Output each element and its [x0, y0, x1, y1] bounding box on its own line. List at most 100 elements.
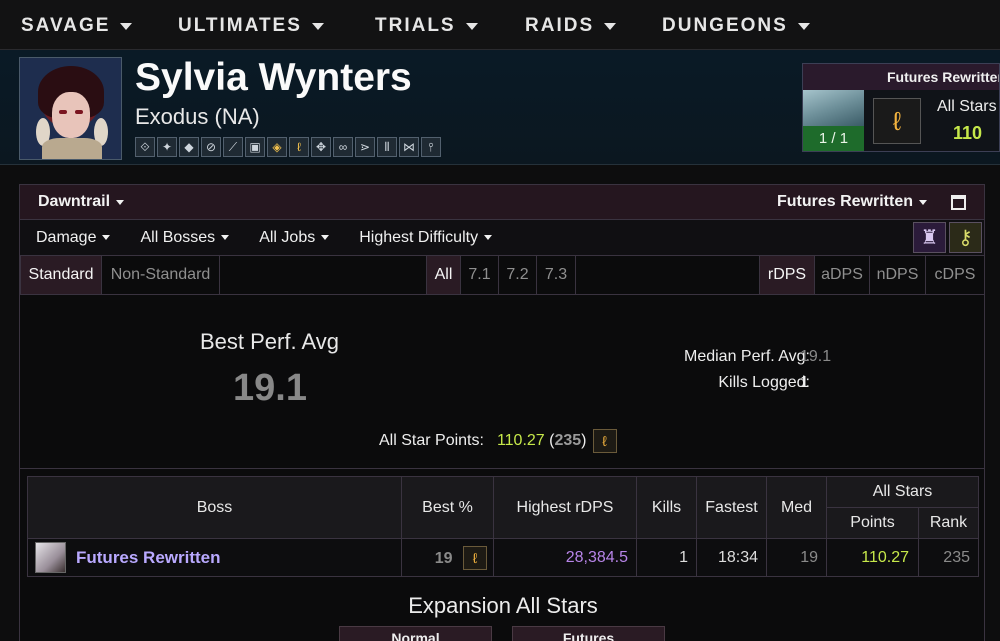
job-icon[interactable]: ⫯	[421, 137, 441, 157]
filter-bar: Damage All Bosses All Jobs Highest Diffi…	[20, 220, 984, 256]
job-icon[interactable]: ✦	[157, 137, 177, 157]
tab-normal[interactable]: Normal	[339, 626, 492, 641]
job-icon[interactable]: ⫴	[377, 137, 397, 157]
key-icon[interactable]: ⚷	[949, 222, 982, 253]
caret-down-icon	[604, 22, 617, 30]
caret-down-icon	[116, 199, 125, 205]
median-perf-label: Median Perf. Avg:	[684, 348, 810, 365]
job-icon[interactable]: ⋗	[355, 137, 375, 157]
col-rank[interactable]: Rank	[918, 507, 979, 539]
patch-all[interactable]: All	[426, 256, 461, 294]
col-kills[interactable]: Kills	[636, 476, 697, 539]
boss-dropdown[interactable]: All Bosses	[140, 229, 230, 247]
col-fastest[interactable]: Fastest	[696, 476, 767, 539]
metric-ndps[interactable]: nDPS	[869, 256, 926, 294]
asp-rank: 235	[554, 432, 582, 449]
asp-paren-open: (	[544, 432, 555, 449]
metric-dropdown[interactable]: Damage	[36, 228, 111, 247]
asp-label: All Star Points:	[379, 432, 484, 449]
expansion-label: Dawntrail	[38, 193, 111, 210]
col-med[interactable]: Med	[766, 476, 827, 539]
nav-savage[interactable]: SAVAGE	[21, 15, 133, 37]
avatar-body	[42, 138, 102, 159]
filter-label: Damage	[36, 228, 97, 246]
best-perf-value: 19.1	[233, 367, 307, 409]
character-server: Exodus (NA)	[135, 104, 260, 129]
toggle-bar: Standard Non-Standard All 7.1 7.2 7.3 rD…	[20, 256, 985, 295]
caret-down-icon	[120, 22, 133, 30]
cell-rank: 235	[918, 538, 979, 577]
avatar-eye	[75, 110, 83, 114]
filter-label: Highest Difficulty	[359, 228, 479, 246]
cell-fastest: 18:34	[696, 538, 767, 577]
nav-trials[interactable]: TRIALS	[375, 15, 478, 37]
col-best[interactable]: Best %	[401, 476, 494, 539]
tab-standard[interactable]: Standard	[20, 256, 102, 294]
job-icon[interactable]: ⊘	[201, 137, 221, 157]
encounter-dropdown[interactable]: Futures Rewritten	[777, 193, 927, 211]
expansion-dropdown[interactable]: Dawntrail	[38, 193, 125, 211]
kills-logged-label: Kills Logged:	[718, 374, 810, 391]
job-pictomancer-icon: ℓ	[463, 545, 487, 570]
job-icon[interactable]: ✥	[311, 137, 331, 157]
metric-adps[interactable]: aDPS	[814, 256, 870, 294]
tab-non-standard[interactable]: Non-Standard	[101, 256, 220, 294]
cell-points: 110.27	[826, 538, 919, 577]
difficulty-dropdown[interactable]: Highest Difficulty	[359, 228, 493, 247]
job-icon[interactable]: ⟋	[223, 137, 243, 157]
job-icon[interactable]: ◈	[267, 137, 287, 157]
col-highest[interactable]: Highest rDPS	[493, 476, 637, 539]
job-pictomancer-icon: ℓ	[592, 429, 617, 453]
table-row[interactable]: Futures Rewritten 19 ℓ 28,384.5 1 18:34 …	[27, 538, 979, 577]
all-star-points: All Star Points: 110.27 (235) ℓ	[379, 429, 617, 453]
boss-name-link[interactable]: Futures Rewritten	[76, 548, 221, 568]
job-icon[interactable]: ∞	[333, 137, 353, 157]
caret-down-icon	[311, 22, 324, 30]
col-points[interactable]: Points	[826, 507, 919, 539]
boss-cell: Futures Rewritten	[28, 542, 401, 573]
cell-kills: 1	[636, 538, 697, 577]
cell-best: 19 ℓ	[401, 538, 494, 577]
nav-label: SAVAGE	[21, 15, 111, 36]
job-icon[interactable]: ℓ	[289, 137, 309, 157]
job-icon[interactable]: ◆	[179, 137, 199, 157]
encounter-summary-card[interactable]: Futures Rewritten 1 / 1 ℓ All Stars 110	[802, 63, 1000, 152]
nav-ultimates[interactable]: ULTIMATES	[178, 15, 324, 37]
patch-7-2[interactable]: 7.2	[498, 256, 537, 294]
asp-value: 110.27	[496, 432, 545, 449]
character-name: Sylvia Wynters	[135, 56, 412, 99]
patch-7-3[interactable]: 7.3	[536, 256, 576, 294]
boss-thumbnail	[35, 542, 66, 573]
filter-icons: ♜ ⚷	[913, 222, 982, 253]
kills-logged-value: 1	[800, 374, 809, 391]
filter-label: All Jobs	[259, 228, 316, 246]
caret-down-icon	[102, 235, 111, 240]
col-boss[interactable]: Boss	[27, 476, 402, 539]
job-icon[interactable]: ⟐	[135, 137, 155, 157]
nav-dungeons[interactable]: DUNGEONS	[662, 15, 810, 37]
job-icon-row: ⟐ ✦ ◆ ⊘ ⟋ ▣ ◈ ℓ ✥ ∞ ⋗ ⫴ ⋈ ⫯	[135, 137, 441, 157]
tab-futures[interactable]: Futures	[512, 626, 665, 641]
best-perf-label: Best Perf. Avg	[200, 329, 340, 354]
rankings-panel: Dawntrail Futures Rewritten Damage All B…	[19, 184, 985, 641]
party-composition-icon[interactable]: ♜	[913, 222, 946, 253]
avatar	[19, 57, 122, 160]
job-pictomancer-icon: ℓ	[873, 98, 921, 144]
caret-down-icon	[321, 235, 330, 240]
avatar-face	[52, 92, 90, 138]
cell-boss: Futures Rewritten	[27, 538, 402, 577]
col-allstars: All Stars	[826, 476, 979, 508]
top-nav: SAVAGE ULTIMATES TRIALS RAIDS DUNGEONS	[0, 0, 1000, 50]
job-dropdown[interactable]: All Jobs	[259, 228, 330, 247]
job-icon[interactable]: ⋈	[399, 137, 419, 157]
metric-rdps[interactable]: rDPS	[759, 256, 815, 294]
nav-label: TRIALS	[375, 15, 456, 36]
job-icon[interactable]: ▣	[245, 137, 265, 157]
card-allstars-label: All Stars	[937, 98, 997, 115]
card-title: Futures Rewritten	[803, 64, 999, 90]
metric-cdps[interactable]: cDPS	[925, 256, 985, 294]
maximize-icon[interactable]	[951, 194, 966, 210]
stats-summary: Best Perf. Avg 19.1 Median Perf. Avg: 19…	[20, 295, 984, 469]
patch-7-1[interactable]: 7.1	[460, 256, 499, 294]
nav-raids[interactable]: RAIDS	[525, 15, 617, 37]
